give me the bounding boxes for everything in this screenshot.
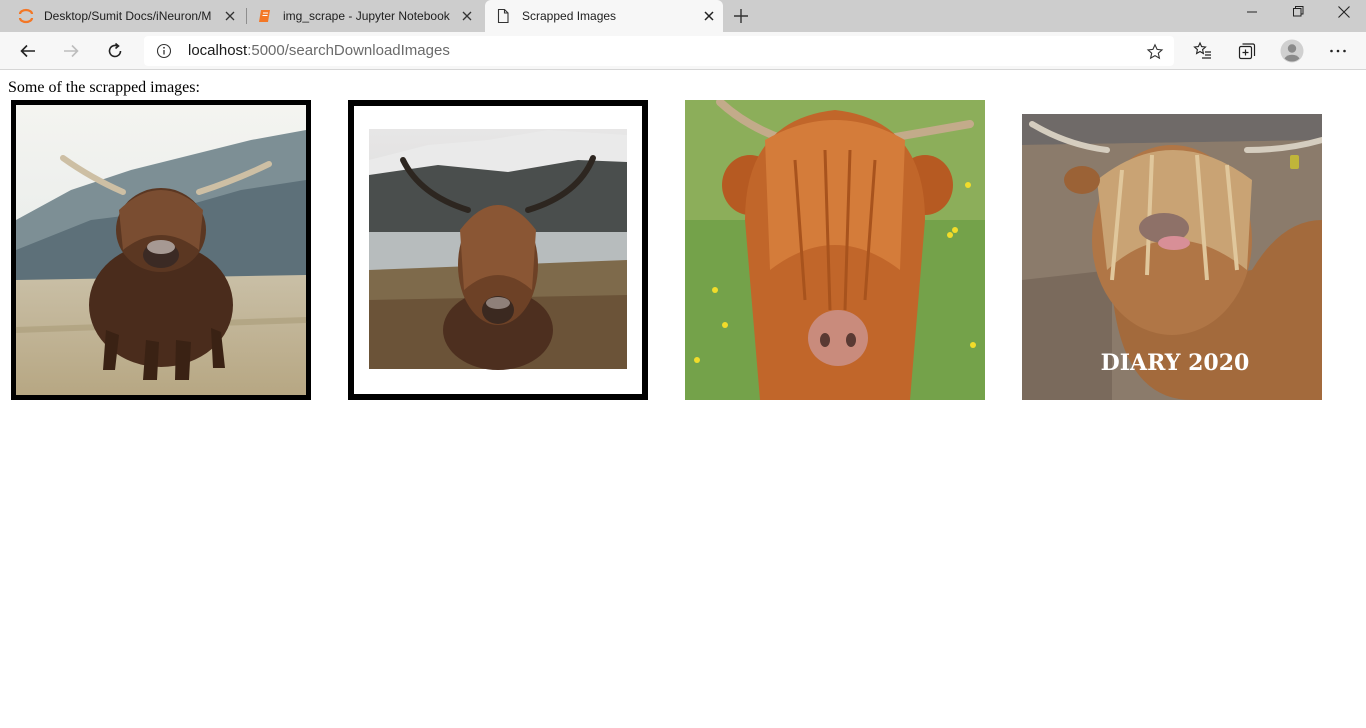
forward-button[interactable] (57, 38, 85, 64)
tab-title: Desktop/Sumit Docs/iNeuron/M (44, 9, 212, 23)
scrapped-image-4[interactable]: DIARY 2020 (1022, 100, 1322, 400)
tab-notebook[interactable]: img_scrape - Jupyter Notebook (247, 0, 485, 32)
url-host: localhost (188, 42, 248, 59)
url-path: :5000/searchDownloadImages (247, 42, 450, 59)
tab-title: Scrapped Images (522, 9, 617, 23)
tab-scrapped-images[interactable]: Scrapped Images (485, 0, 723, 32)
page-icon (495, 8, 511, 24)
tab-strip: Desktop/Sumit Docs/iNeuron/M img_scrape … (0, 0, 1366, 32)
more-options-icon[interactable] (1328, 41, 1348, 61)
refresh-button[interactable] (101, 38, 129, 64)
notebook-icon (257, 8, 273, 24)
info-icon[interactable] (156, 43, 172, 64)
scrapped-image-1[interactable] (11, 100, 311, 400)
jupyter-spinner-icon (18, 8, 34, 24)
favorites-icon[interactable] (1193, 41, 1213, 61)
favorite-star-icon[interactable] (1146, 43, 1164, 66)
browser-toolbar: localhost:5000/searchDownloadImages (0, 32, 1366, 70)
page-content: Some of the scrapped images: DIARY 2020 (0, 71, 1366, 728)
image-caption: DIARY 2020 (1101, 350, 1250, 376)
close-icon[interactable] (222, 8, 238, 24)
minimize-icon[interactable] (1228, 0, 1274, 32)
tab-jupyter-tree[interactable]: Desktop/Sumit Docs/iNeuron/M (0, 0, 245, 32)
collections-icon[interactable] (1237, 41, 1257, 61)
restore-icon[interactable] (1274, 0, 1320, 32)
close-window-icon[interactable] (1320, 0, 1366, 32)
scrapped-image-2[interactable] (348, 100, 648, 400)
back-button[interactable] (14, 38, 42, 64)
scrapped-image-3[interactable] (685, 100, 985, 400)
tab-title: img_scrape - Jupyter Notebook (283, 9, 450, 23)
address-bar[interactable]: localhost:5000/searchDownloadImages (144, 36, 1174, 66)
close-icon[interactable] (701, 8, 717, 24)
url-text[interactable]: localhost:5000/searchDownloadImages (188, 42, 450, 59)
new-tab-icon[interactable] (731, 6, 751, 26)
page-heading: Some of the scrapped images: (8, 79, 200, 96)
profile-avatar-icon[interactable] (1280, 39, 1304, 63)
close-icon[interactable] (459, 8, 475, 24)
